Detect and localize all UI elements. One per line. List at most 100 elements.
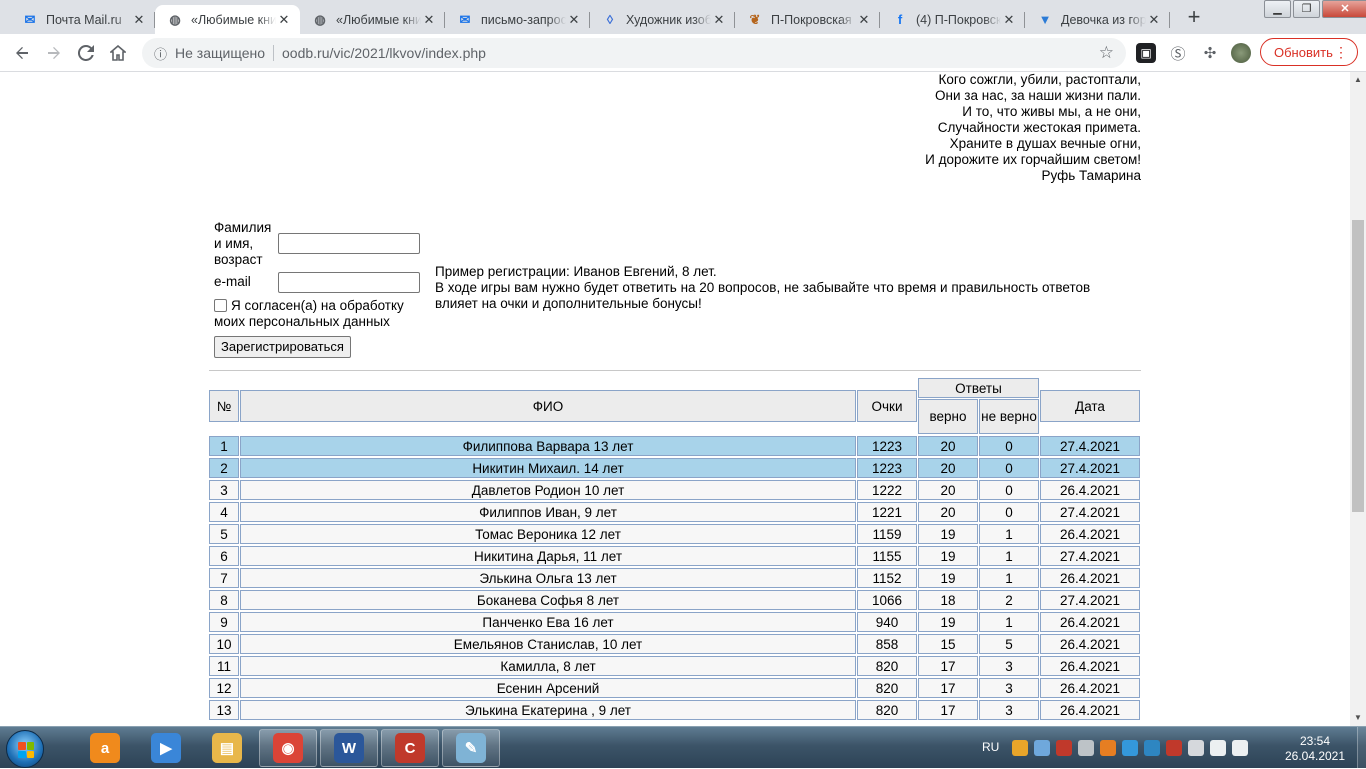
home-icon[interactable] bbox=[104, 39, 132, 67]
bookmark-star-icon[interactable]: ☆ bbox=[1099, 43, 1114, 63]
forward-icon[interactable] bbox=[40, 39, 68, 67]
start-button[interactable] bbox=[6, 730, 44, 768]
mail-icon: ✉ bbox=[459, 11, 471, 27]
puzzle-icon[interactable]: ✣ bbox=[1200, 43, 1220, 63]
cell-correct: 17 bbox=[918, 678, 978, 698]
network-icon[interactable] bbox=[1210, 740, 1226, 756]
tab-item[interactable]: ◍ «Любимые книги»✕ bbox=[155, 5, 300, 34]
divider bbox=[209, 370, 1141, 371]
cell-num: 9 bbox=[209, 612, 239, 632]
tray-icon[interactable] bbox=[1012, 740, 1028, 756]
tab-close-icon[interactable]: ✕ bbox=[131, 12, 147, 28]
volume-icon[interactable] bbox=[1078, 740, 1094, 756]
clock[interactable]: 23:54 26.04.2021 bbox=[1280, 734, 1350, 764]
scroll-thumb[interactable] bbox=[1352, 220, 1364, 512]
cell-date: 26.4.2021 bbox=[1040, 634, 1140, 654]
close-window-button[interactable]: ✕ bbox=[1322, 0, 1366, 18]
taskbar-app[interactable]: ✎ bbox=[442, 729, 500, 767]
update-label: Обновить bbox=[1274, 44, 1333, 60]
register-button[interactable]: Зарегистрироваться bbox=[214, 336, 351, 358]
tab-close-icon[interactable]: ✕ bbox=[276, 12, 292, 28]
cell-name: Томас Вероника 12 лет bbox=[240, 524, 856, 544]
taskbar-app[interactable]: C bbox=[381, 729, 439, 767]
cell-num: 8 bbox=[209, 590, 239, 610]
tab-item[interactable]: ▼ Девочка из города✕ bbox=[1025, 5, 1170, 34]
tray-icon[interactable] bbox=[1100, 740, 1116, 756]
address-bar[interactable]: ⓘ Не защищено oodb.ru/vic/2021/lkvov/ind… bbox=[142, 38, 1126, 68]
reload-icon[interactable] bbox=[72, 39, 100, 67]
cell-wrong: 0 bbox=[979, 480, 1039, 500]
name-input[interactable] bbox=[278, 233, 420, 254]
cell-score: 820 bbox=[857, 656, 917, 676]
avatar[interactable] bbox=[1231, 43, 1251, 63]
cell-date: 26.4.2021 bbox=[1040, 700, 1140, 720]
cell-score: 1223 bbox=[857, 436, 917, 456]
minimize-button[interactable]: ▁ bbox=[1264, 0, 1291, 18]
header-answers: Ответы bbox=[918, 378, 1039, 398]
mail-icon: ✉ bbox=[24, 11, 36, 27]
email-input[interactable] bbox=[278, 272, 420, 293]
tab-item[interactable]: ◍ «Любимые книги»✕ bbox=[300, 5, 445, 34]
cell-num: 6 bbox=[209, 546, 239, 566]
clock-date: 26.04.2021 bbox=[1284, 749, 1346, 763]
skype-icon[interactable]: Ⓢ bbox=[1168, 43, 1188, 63]
tab-item[interactable]: ❦ П-Покровская ✕ bbox=[735, 5, 880, 34]
tab-close-icon[interactable]: ✕ bbox=[856, 12, 872, 28]
cell-correct: 19 bbox=[918, 568, 978, 588]
paint-icon: ✎ bbox=[456, 733, 486, 763]
tab-close-icon[interactable]: ✕ bbox=[421, 12, 437, 28]
tray-icon[interactable] bbox=[1034, 740, 1050, 756]
cell-date: 27.4.2021 bbox=[1040, 502, 1140, 522]
cell-wrong: 3 bbox=[979, 678, 1039, 698]
menu-dots-icon[interactable]: ⋮ bbox=[1334, 43, 1348, 61]
taskbar-app[interactable]: W bbox=[320, 729, 378, 767]
tab-close-icon[interactable]: ✕ bbox=[566, 12, 582, 28]
new-tab-button[interactable]: + bbox=[1180, 5, 1208, 29]
cell-name: Боканева Софья 8 лет bbox=[240, 590, 856, 610]
cell-num: 12 bbox=[209, 678, 239, 698]
tab-item[interactable]: ◊ Художник изобразил✕ bbox=[590, 5, 735, 34]
cell-name: Никитин Михаил. 14 лет bbox=[240, 458, 856, 478]
show-desktop-button[interactable] bbox=[1357, 727, 1366, 769]
update-button[interactable]: Обновить ⋮ bbox=[1260, 38, 1358, 66]
cell-correct: 20 bbox=[918, 502, 978, 522]
tray-icon[interactable] bbox=[1122, 740, 1138, 756]
tab-item[interactable]: f (4) П-Покровская✕ bbox=[880, 5, 1025, 34]
cell-score: 820 bbox=[857, 678, 917, 698]
cell-num: 7 bbox=[209, 568, 239, 588]
info-icon[interactable]: ⓘ bbox=[154, 44, 167, 63]
cell-name: Филиппова Варвара 13 лет bbox=[240, 436, 856, 456]
cell-score: 1159 bbox=[857, 524, 917, 544]
tab-title: П-Покровская bbox=[771, 12, 852, 27]
url-text[interactable]: oodb.ru/vic/2021/lkvov/index.php bbox=[282, 45, 486, 61]
action-center-icon[interactable] bbox=[1232, 740, 1248, 756]
cell-num: 5 bbox=[209, 524, 239, 544]
cell-wrong: 0 bbox=[979, 502, 1039, 522]
scroll-up-icon[interactable]: ▲ bbox=[1350, 72, 1366, 88]
taskbar-app[interactable]: ▶ bbox=[137, 729, 195, 767]
consent-label: Я согласен(а) на обработку моих персонал… bbox=[214, 298, 404, 329]
back-icon[interactable] bbox=[8, 39, 36, 67]
tray-icon[interactable] bbox=[1188, 740, 1204, 756]
tab-item[interactable]: ✉ письмо-запрос ✕ bbox=[445, 5, 590, 34]
taskbar-app[interactable]: a bbox=[76, 729, 134, 767]
cell-wrong: 1 bbox=[979, 546, 1039, 566]
tab-item[interactable]: ✉ Почта Mail.ru ✕ bbox=[10, 5, 155, 34]
tab-close-icon[interactable]: ✕ bbox=[1001, 12, 1017, 28]
header-name: ФИО bbox=[240, 390, 856, 422]
cell-wrong: 1 bbox=[979, 612, 1039, 632]
tray-icon[interactable] bbox=[1056, 740, 1072, 756]
tab-close-icon[interactable]: ✕ bbox=[1146, 12, 1162, 28]
scroll-down-icon[interactable]: ▼ bbox=[1350, 710, 1366, 726]
tab-close-icon[interactable]: ✕ bbox=[711, 12, 727, 28]
tray-icon[interactable] bbox=[1166, 740, 1182, 756]
extension-icon[interactable]: ▣ bbox=[1136, 43, 1156, 63]
taskbar-app[interactable]: ◉ bbox=[259, 729, 317, 767]
maximize-button[interactable]: ❐ bbox=[1293, 0, 1320, 18]
consent-checkbox[interactable] bbox=[214, 299, 227, 312]
language-indicator[interactable]: RU bbox=[982, 740, 999, 754]
cell-name: Есенин Арсений bbox=[240, 678, 856, 698]
taskbar-app[interactable]: ▤ bbox=[198, 729, 256, 767]
tray-icon[interactable] bbox=[1144, 740, 1160, 756]
scrollbar[interactable]: ▲ ▼ bbox=[1350, 72, 1366, 726]
